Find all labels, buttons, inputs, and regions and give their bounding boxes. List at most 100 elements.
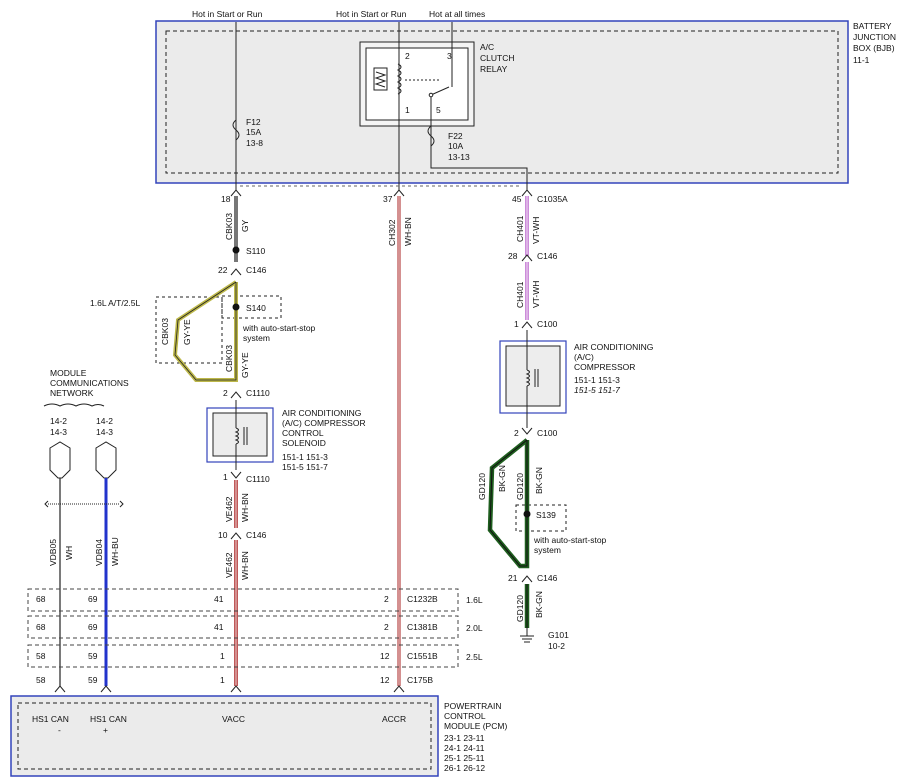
svg-text:58: 58 [36, 675, 46, 685]
relay-pin-5: 5 [436, 105, 441, 115]
network-ref-a1: 14-2 [50, 416, 67, 426]
hot-run-label-1: Hot in Start or Run [192, 9, 263, 19]
pin-2-c100: 2 [514, 428, 519, 438]
fuse-f22-name: F22 [448, 131, 463, 141]
svg-text:2: 2 [384, 622, 389, 632]
fuse-f12-amp: 15A [246, 127, 261, 137]
color-vt-wh-2: VT-WH [531, 281, 541, 308]
network-ref-b2: 14-3 [96, 427, 113, 437]
network-label-2: COMMUNICATIONS [50, 378, 129, 388]
svg-text:1.6L: 1.6L [466, 595, 483, 605]
compressor-label-2: (A/C) [574, 352, 594, 362]
fuse-f12-name: F12 [246, 117, 261, 127]
pcm-vacc: VACC [222, 714, 245, 724]
bjb-label-2: JUNCTION [853, 32, 896, 42]
svg-text:2: 2 [384, 594, 389, 604]
pcm-label-2: CONTROL [444, 711, 486, 721]
relay-pin-1: 1 [405, 105, 410, 115]
pcm-ref-4: 26-1 26-12 [444, 763, 485, 773]
pin-10: 10 [218, 530, 228, 540]
ground-ref: 10-2 [548, 641, 565, 651]
network-label-3: NETWORK [50, 388, 94, 398]
relay-pin-2: 2 [405, 51, 410, 61]
solenoid-ref-1: 151-1 151-3 [282, 452, 328, 462]
circuit-cbk03-1: CBK03 [224, 213, 234, 240]
circuit-ch401-1: CH401 [515, 215, 525, 242]
splice-s139-dot [523, 510, 531, 518]
circuit-ch302: CH302 [387, 219, 397, 246]
pin-37: 37 [383, 194, 393, 204]
color-gy-ye: GY-YE [240, 352, 250, 378]
side-color-bk-gn: BK-GN [497, 465, 507, 492]
variant-row-2: 68 69 41 2 C1381B 2.0L [27, 615, 483, 639]
fuse-f22-amp: 10A [448, 141, 463, 151]
circuit-ve462-2: VE462 [224, 552, 234, 578]
c146b-label-right: C146 [537, 573, 558, 583]
splice-s140-dot [232, 303, 240, 311]
color-bk-gn-2: BK-GN [534, 591, 544, 618]
bjb-box [155, 20, 849, 184]
color-gy: GY [240, 219, 250, 232]
color-vt-wh-1: VT-WH [531, 217, 541, 244]
svg-text:69: 69 [88, 594, 98, 604]
solenoid-ref-2: 151-5 151-7 [282, 462, 328, 472]
pcm-arrow-2 [100, 685, 112, 693]
c100-label: C100 [537, 319, 558, 329]
bjb-label-1: BATTERY [853, 21, 892, 31]
svg-text:59: 59 [88, 651, 98, 661]
pin-1-c100: 1 [514, 319, 519, 329]
c1110b-arrow [230, 471, 242, 479]
circuit-vdb05: VDB05 [48, 539, 58, 566]
bjb-ref: 11-1 [853, 55, 870, 65]
svg-text:C1551B: C1551B [407, 651, 438, 661]
splice-s139-label: S139 [536, 510, 556, 520]
auto-note-left-2: system [243, 333, 270, 343]
svg-text:C1381B: C1381B [407, 622, 438, 632]
svg-text:68: 68 [36, 594, 46, 604]
pcm-arrow-4 [393, 685, 405, 693]
wiring-diagram: BATTERY JUNCTION BOX (BJB) 11-1 Hot in S… [10, 9, 896, 777]
pin-2-c1110: 2 [223, 388, 228, 398]
pin-28: 28 [508, 251, 518, 261]
c146b-arrow-left [230, 532, 242, 540]
pcm-label-3: MODULE (PCM) [444, 721, 507, 731]
c1110-arrow [230, 391, 242, 399]
splice-s140-label: S140 [246, 303, 266, 313]
svg-text:1: 1 [220, 651, 225, 661]
fuse-f22-ref: 13-13 [448, 152, 470, 162]
compressor-ref-2: 151-5 151-7 [574, 385, 620, 395]
network-pointer-a [49, 441, 71, 479]
circuit-gd120-1: GD120 [515, 473, 525, 500]
pcm-ref-2: 24-1 24-11 [444, 743, 485, 753]
color-wh: WH [64, 546, 74, 560]
pcm-label-1: POWERTRAIN [444, 701, 501, 711]
c1110-label: C1110 [246, 388, 270, 398]
network-label-1: MODULE [50, 368, 87, 378]
svg-text:12: 12 [380, 675, 390, 685]
relay-label-3: RELAY [480, 64, 508, 74]
svg-text:41: 41 [214, 594, 224, 604]
compressor-ref-1: 151-1 151-3 [574, 375, 620, 385]
splice-s110-label: S110 [246, 246, 265, 256]
bjb-arrow-right [521, 189, 533, 197]
circuit-gd120-2: GD120 [515, 595, 525, 622]
relay-label-1: A/C [480, 42, 494, 52]
circuit-ch401-2: CH401 [515, 281, 525, 308]
relay-contact [428, 92, 434, 98]
network-ref-b1: 14-2 [96, 416, 113, 426]
svg-text:12: 12 [380, 651, 390, 661]
auto-note-right-2: system [534, 545, 561, 555]
pcm-plus-sign: + [103, 725, 108, 735]
circuit-vdb04: VDB04 [94, 539, 104, 566]
pin-18: 18 [221, 194, 231, 204]
svg-text:2.0L: 2.0L [466, 623, 483, 633]
c1035a-label: C1035A [537, 194, 568, 204]
variant-label: 1.6L A/T/2.5L [90, 298, 141, 308]
fuse-f12-ref: 13-8 [246, 138, 263, 148]
c146-arrow-left [230, 268, 242, 276]
circuit-cbk03-2: CBK03 [224, 345, 234, 372]
c146-label-right: C146 [537, 251, 558, 261]
hot-run-label-2: Hot in Start or Run [336, 9, 407, 19]
compressor-label-1: AIR CONDITIONING [574, 342, 653, 352]
auto-note-left-1: with auto-start-stop [242, 323, 316, 333]
